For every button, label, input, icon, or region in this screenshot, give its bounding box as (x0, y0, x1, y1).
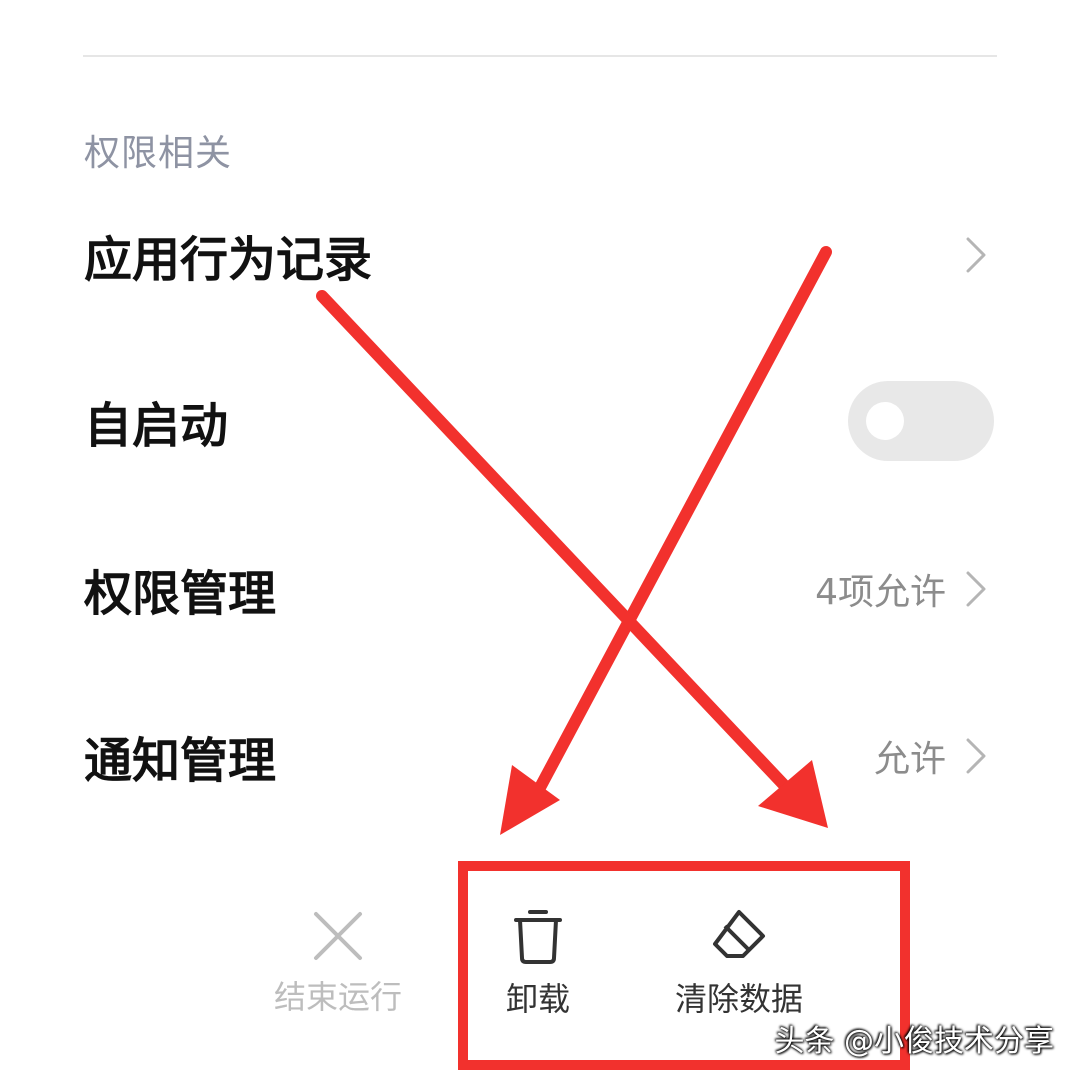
row-app-behavior-log[interactable]: 应用行为记录 (84, 210, 998, 300)
watermark: 头条 @小俊技术分享 (774, 1024, 1054, 1059)
row-permission-management[interactable]: 权限管理 4项允许 (84, 544, 998, 634)
row-auto-start: 自启动 (84, 376, 998, 466)
row-label: 应用行为记录 (84, 232, 373, 288)
row-notification-management[interactable]: 通知管理 允许 (84, 711, 998, 801)
top-divider (83, 55, 997, 57)
force-stop-label: 结束运行 (273, 978, 402, 1016)
row-label: 通知管理 (84, 733, 277, 789)
chevron-right-icon (966, 237, 986, 273)
row-value: 4项允许 (815, 572, 946, 613)
auto-start-toggle[interactable] (848, 381, 994, 461)
toggle-knob (866, 402, 904, 440)
force-stop-button[interactable]: 结束运行 (258, 908, 418, 1018)
chevron-right-icon (966, 738, 986, 774)
row-label: 权限管理 (84, 566, 277, 622)
app-settings-page: 权限相关 应用行为记录 自启动 权限管理 4项允许 通知管理 允许 结束运行 卸… (0, 0, 1080, 1080)
section-title-permissions: 权限相关 (84, 133, 233, 174)
row-label: 自启动 (84, 398, 229, 454)
row-value: 允许 (873, 739, 946, 780)
close-icon (314, 912, 362, 960)
chevron-right-icon (966, 571, 986, 607)
